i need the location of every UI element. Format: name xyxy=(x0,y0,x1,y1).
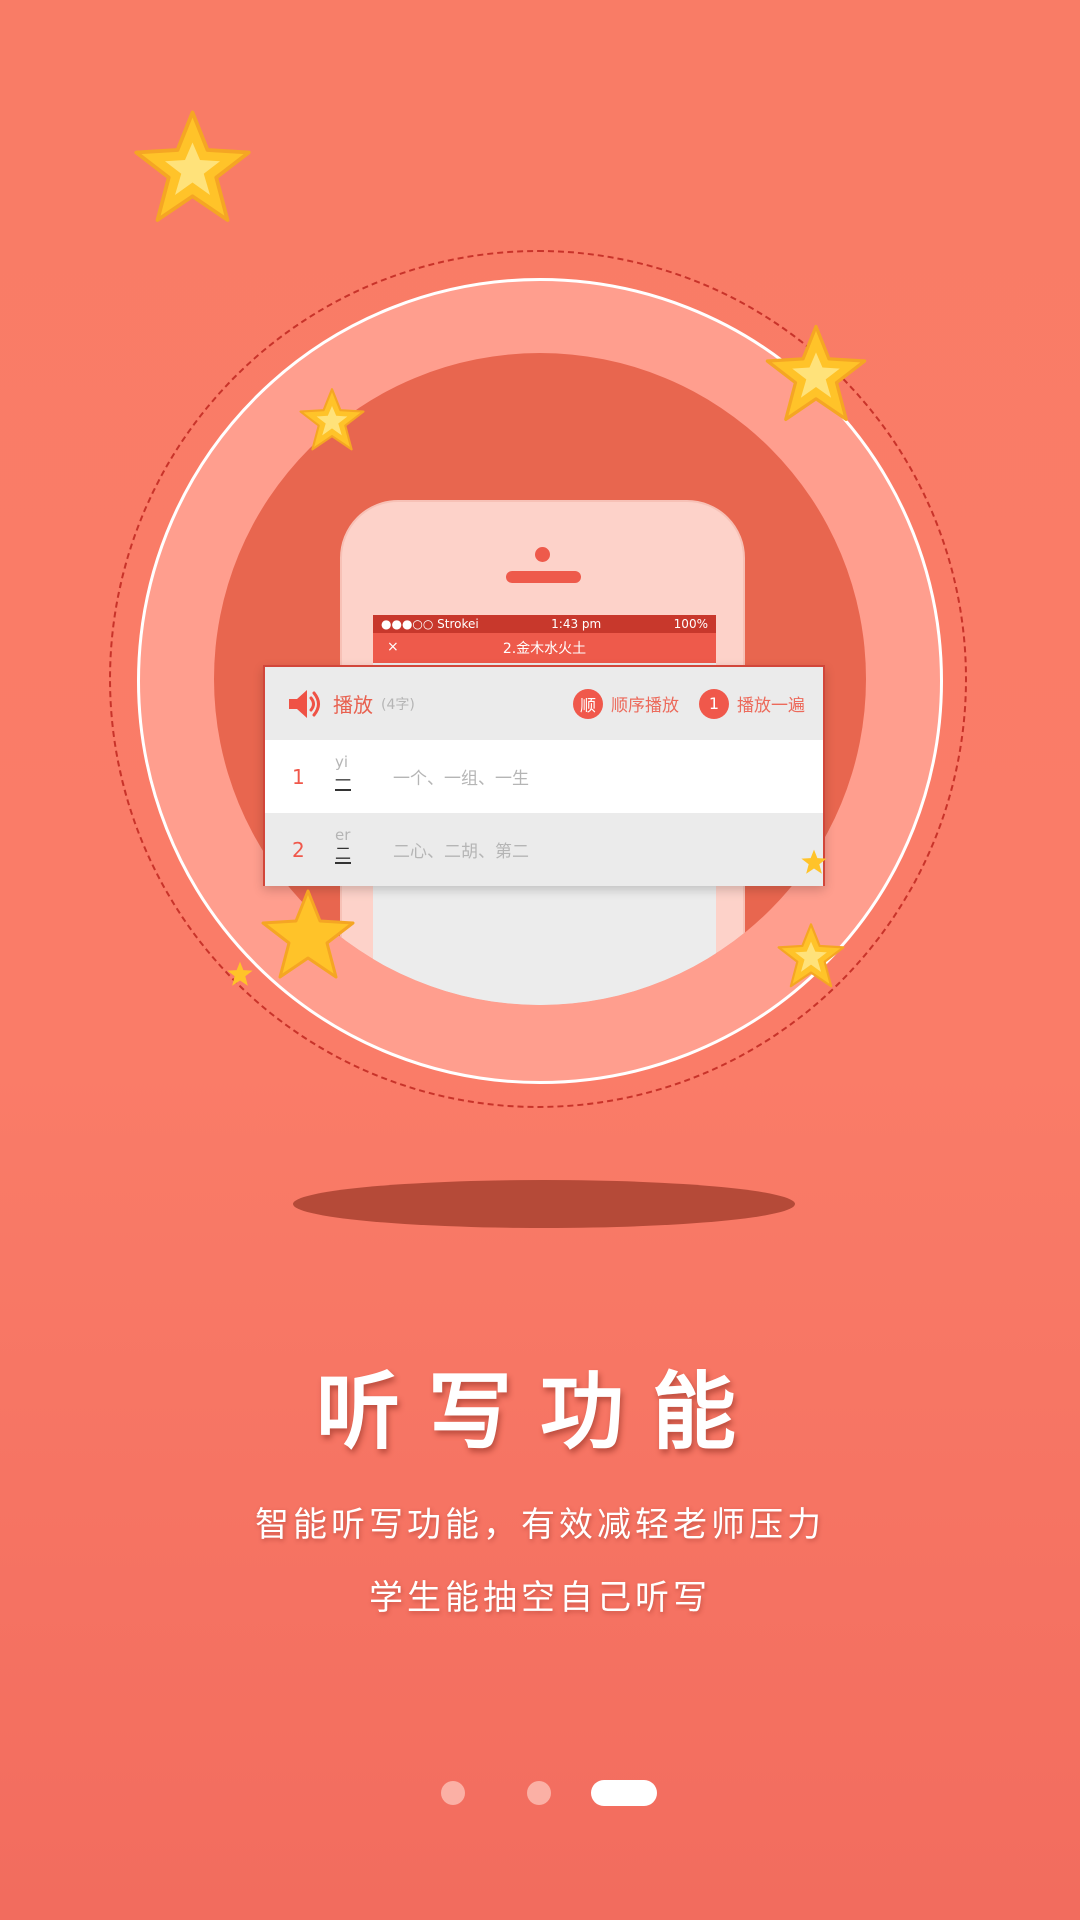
play-once-option[interactable]: 播放一遍 xyxy=(737,691,805,716)
pinyin: yi xyxy=(335,752,349,771)
star-icon xyxy=(801,849,827,874)
word-examples: 二心、二胡、第二 xyxy=(393,842,529,862)
battery-label: 100% xyxy=(673,617,708,631)
subtitle-line-2: 学生能抽空自己听写 xyxy=(369,1578,711,1618)
list-item[interactable]: 2 er 二 二心、二胡、第二 xyxy=(265,813,823,886)
star-icon xyxy=(765,324,867,421)
play-label: 播放 xyxy=(333,693,373,717)
pager-dot-active[interactable] xyxy=(591,1780,657,1806)
order-play-option[interactable]: 顺序播放 xyxy=(611,691,679,716)
phone-nav-title: 2.金木水火土 xyxy=(502,641,587,657)
carrier-label: ●●●○○ Strokei xyxy=(381,617,479,631)
phone-nav-bar: × 2.金木水火土 xyxy=(373,633,716,663)
pager-dot[interactable] xyxy=(441,1781,465,1805)
star-icon xyxy=(777,923,845,988)
repeat-badge[interactable]: 1 xyxy=(699,688,729,719)
subtitle-line-1: 智能听写功能，有效减轻老师压力 xyxy=(255,1505,825,1545)
page-title: 听写功能 xyxy=(315,1362,764,1461)
character-group: yi 一 xyxy=(335,747,375,807)
phone-speaker xyxy=(506,571,581,583)
status-bar: ●●●○○ Strokei 1:43 pm 100% xyxy=(373,615,716,633)
character-group: er 二 xyxy=(335,820,375,880)
character: 一 xyxy=(335,770,352,791)
card-header: 播放 (4字) 顺 顺序播放 1 播放一遍 xyxy=(265,667,823,740)
playback-options: 顺 顺序播放 1 播放一遍 xyxy=(573,688,805,719)
pager-dot[interactable] xyxy=(527,1781,551,1805)
word-examples: 一个、一组、一生 xyxy=(393,769,529,789)
row-number: 1 xyxy=(292,764,305,789)
character: 二 xyxy=(335,843,352,864)
dictation-card: 播放 (4字) 顺 顺序播放 1 播放一遍 1 yi 一 一个、一组、一生 2 … xyxy=(263,665,825,886)
pinyin: er xyxy=(335,825,351,844)
star-icon xyxy=(134,110,251,222)
speaker-icon xyxy=(289,689,320,718)
phone-camera xyxy=(535,547,550,562)
close-icon: × xyxy=(387,639,399,655)
star-icon xyxy=(299,388,365,451)
list-item[interactable]: 1 yi 一 一个、一组、一生 xyxy=(265,740,823,813)
star-icon xyxy=(227,961,253,986)
star-icon xyxy=(261,889,355,979)
character-count: (4字) xyxy=(381,696,415,713)
order-badge[interactable]: 顺 xyxy=(573,688,603,719)
illustration-shadow xyxy=(293,1180,795,1228)
status-time: 1:43 pm xyxy=(551,617,602,631)
row-number: 2 xyxy=(292,837,305,862)
